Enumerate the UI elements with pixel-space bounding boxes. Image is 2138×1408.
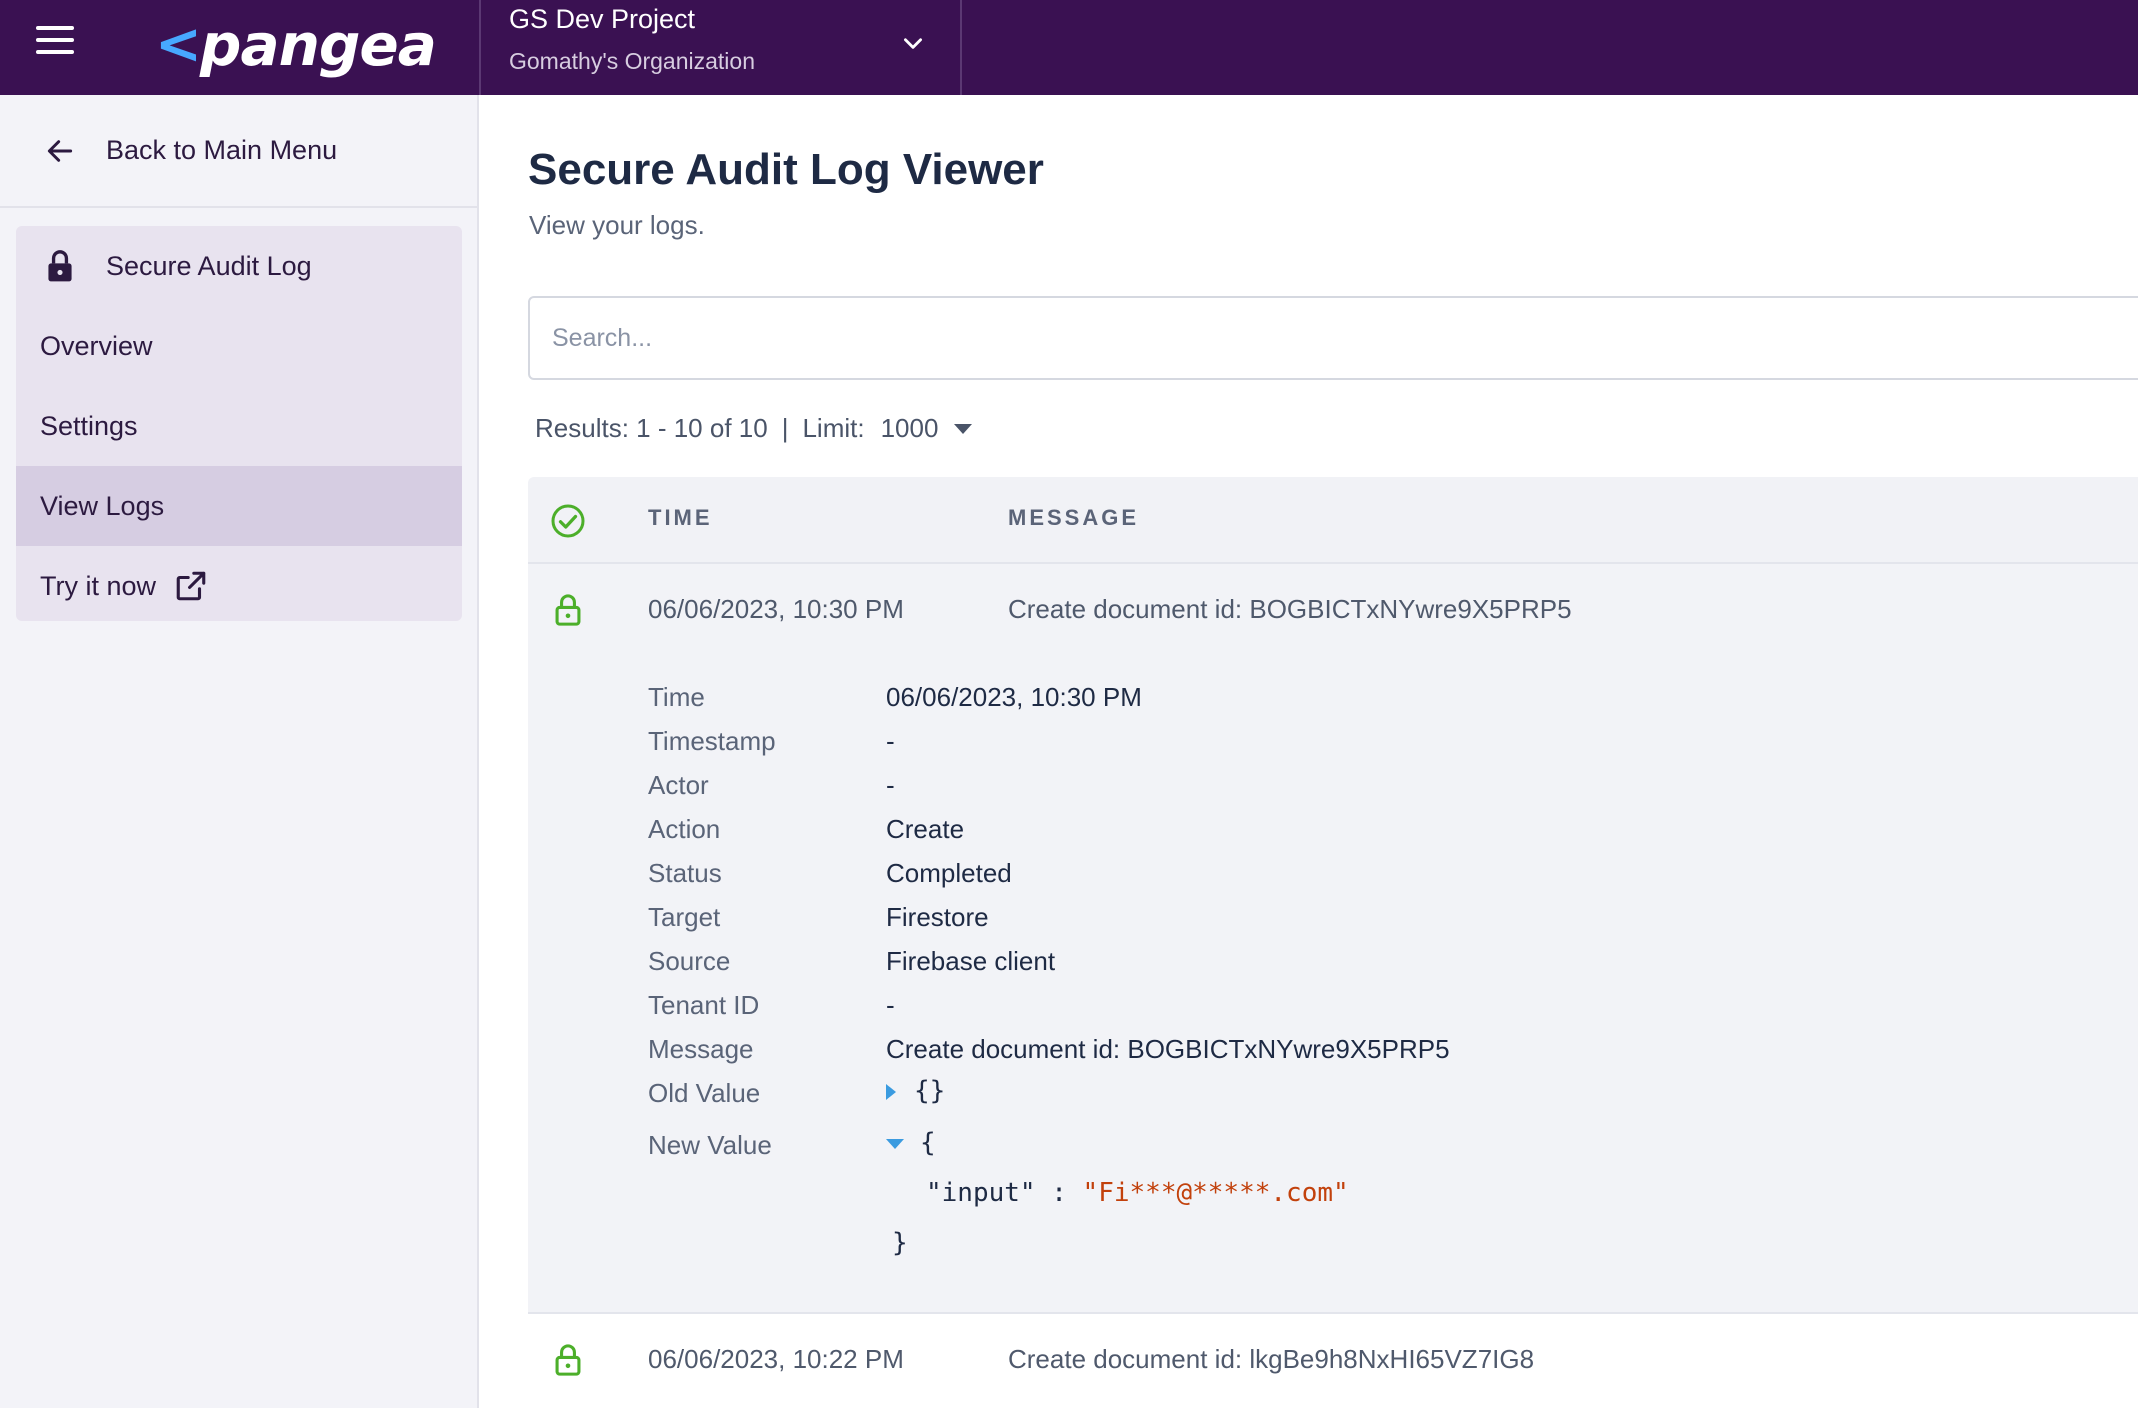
table-row[interactable]: 06/06/2023, 10:30 PM Create document id:… (528, 564, 2138, 1314)
sidebar-item-label: View Logs (40, 490, 165, 521)
sidebar-item-settings[interactable]: Settings (16, 386, 462, 466)
logo-text: pangea (199, 11, 437, 79)
detail-label: Action (648, 814, 721, 844)
json-colon: : (1051, 1178, 1067, 1208)
row-message: Create document id: BOGBICTxNYwre9X5PRP5 (1008, 594, 1572, 624)
top-bar: < pangea GS Dev Project Gomathy's Organi… (0, 0, 2138, 95)
service-title: Secure Audit Log (106, 250, 312, 281)
search-input[interactable] (528, 296, 2138, 380)
detail-label: Source (648, 946, 731, 976)
sidebar-item-try-it-now[interactable]: Try it now (16, 546, 462, 621)
detail-label: Tenant ID (648, 990, 760, 1020)
expand-toggle-icon[interactable] (886, 1083, 896, 1100)
old-value-json: {} (914, 1076, 946, 1106)
json-key: "input" (926, 1178, 1036, 1208)
project-selector[interactable]: GS Dev Project Gomathy's Organization (479, 0, 962, 95)
detail-value: Completed (886, 858, 1012, 888)
sidebar-item-view-logs[interactable]: View Logs (16, 466, 462, 546)
page-subtitle: View your logs. (529, 210, 705, 240)
external-link-icon (176, 571, 206, 601)
results-bar: Results: 1 - 10 of 10 | Limit: 1000 (535, 413, 973, 444)
detail-label: Old Value (648, 1078, 761, 1108)
detail-value: Firebase client (886, 946, 1056, 976)
json-string-value: "Fi***@*****.com" (1082, 1178, 1349, 1208)
detail-value: Firestore (886, 902, 989, 932)
service-header: Secure Audit Log (16, 226, 462, 306)
limit-value: 1000 (880, 413, 939, 443)
row-message: Create document id: lkgBe9h8NxHI65VZ7IG8 (1008, 1344, 1535, 1374)
detail-value: Create (886, 814, 965, 844)
detail-value: - (886, 770, 895, 800)
detail-label: Target (648, 902, 721, 932)
limit-dropdown[interactable]: Limit: 1000 (802, 413, 973, 444)
results-count: Results: 1 - 10 of 10 (535, 413, 768, 443)
detail-label: Timestamp (648, 726, 776, 756)
table-row[interactable]: 06/06/2023, 10:22 PM Create document id:… (528, 1314, 2138, 1408)
json-close-brace: } (892, 1228, 908, 1258)
detail-value: - (886, 726, 895, 756)
sidebar-item-label: Overview (40, 330, 153, 361)
detail-label: Message (648, 1034, 754, 1064)
lock-verified-icon[interactable] (552, 592, 584, 628)
arrow-left-icon (47, 139, 73, 162)
back-label: Back to Main Menu (106, 135, 338, 165)
main-content: Secure Audit Log Viewer View your logs. … (481, 95, 2138, 1408)
detail-label: New Value (648, 1130, 772, 1160)
detail-value: Create document id: BOGBICTxNYwre9X5PRP5 (886, 1034, 1450, 1064)
row-time: 06/06/2023, 10:22 PM (648, 1344, 904, 1374)
project-name: GS Dev Project (509, 4, 696, 34)
hamburger-menu-icon[interactable] (36, 26, 76, 56)
page-title: Secure Audit Log Viewer (528, 145, 1044, 194)
logo-chevron: < (155, 12, 202, 77)
detail-value: { "input" : "Fi***@*****.com" } (886, 1128, 1349, 1278)
collapse-toggle-icon[interactable] (886, 1138, 904, 1149)
chevron-down-icon (904, 38, 922, 49)
service-nav: Secure Audit Log Overview Settings View … (16, 226, 462, 621)
detail-label: Actor (648, 770, 709, 800)
detail-value: - (886, 990, 895, 1020)
json-open-line: { (886, 1128, 1349, 1178)
sidebar: Back to Main Menu Secure Audit Log Overv… (0, 95, 479, 1408)
log-table: TIME MESSAGE 06/06/2023, 10:30 PM Create… (528, 477, 2138, 1408)
detail-value: {} (886, 1076, 945, 1106)
lock-verified-icon[interactable] (552, 1342, 584, 1378)
json-entry: "input" : "Fi***@*****.com" (886, 1178, 1349, 1228)
check-circle-icon[interactable] (550, 503, 586, 539)
detail-value: 06/06/2023, 10:30 PM (886, 682, 1142, 712)
lock-icon (48, 250, 72, 282)
row-time: 06/06/2023, 10:30 PM (648, 594, 904, 624)
results-separator: | (781, 413, 789, 443)
caret-down-icon (954, 423, 973, 434)
back-to-main-menu-button[interactable]: Back to Main Menu (0, 95, 477, 208)
sidebar-item-overview[interactable]: Overview (16, 306, 462, 386)
column-header-time[interactable]: TIME (648, 505, 713, 531)
column-header-message[interactable]: MESSAGE (1008, 505, 1139, 531)
sidebar-item-label: Settings (40, 410, 138, 441)
json-close-line: } (886, 1228, 1349, 1278)
detail-label: Status (648, 858, 722, 888)
pangea-logo[interactable]: < pangea (155, 10, 437, 80)
json-open-brace: { (920, 1128, 936, 1158)
detail-label: Time (648, 682, 705, 712)
table-header: TIME MESSAGE (528, 477, 2138, 564)
sidebar-item-label: Try it now (40, 570, 157, 601)
organization-name: Gomathy's Organization (509, 48, 756, 74)
limit-label: Limit: (802, 413, 865, 443)
